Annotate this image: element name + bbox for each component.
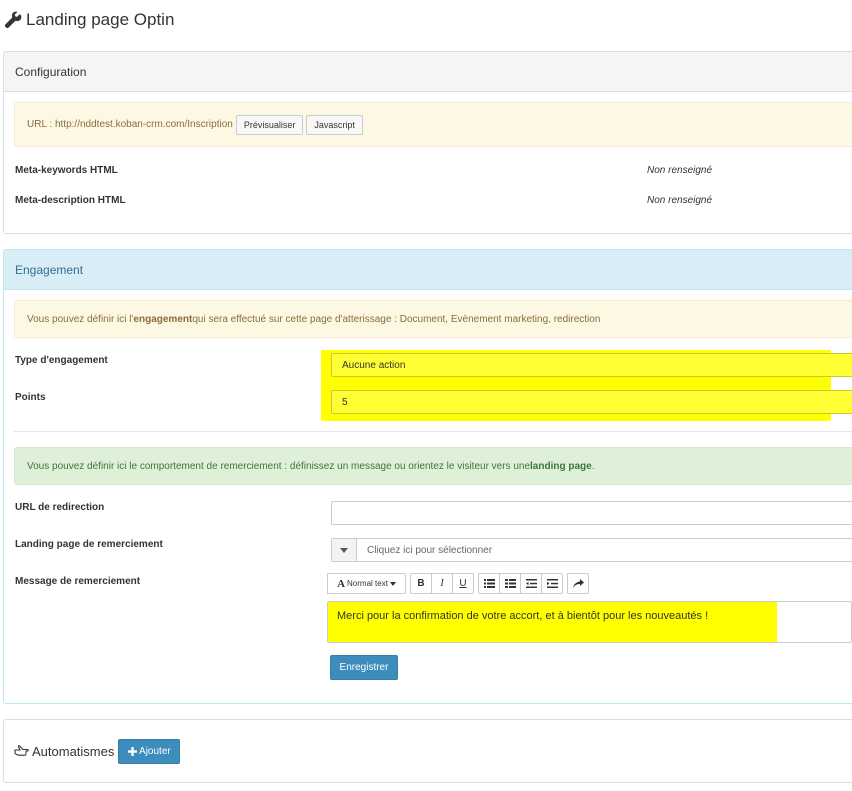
message-highlight xyxy=(328,602,777,642)
automatismes-title: Automatismes xyxy=(32,743,115,759)
thanks-page-select[interactable]: Cliquez ici pour sélectionner xyxy=(331,538,852,562)
engagement-divider xyxy=(14,431,852,432)
italic-icon: I xyxy=(440,578,444,589)
automatismes-header: Automatismes Ajouter xyxy=(14,738,181,764)
share-icon xyxy=(572,579,584,588)
thanks-message-label: Message de remerciement xyxy=(15,576,141,587)
italic-button[interactable]: I xyxy=(431,573,453,594)
engagement-type-select[interactable]: Aucune action xyxy=(331,353,852,377)
configuration-panel: Configuration URL : http://nddtest.koban… xyxy=(3,51,852,234)
save-button[interactable]: Enregistrer xyxy=(330,655,398,680)
engagement-heading: Engagement xyxy=(4,250,852,290)
thanks-info-alert: Vous pouvez définir ici le comportement … xyxy=(14,447,852,485)
engagement-info-prefix: Vous pouvez définir ici l' xyxy=(27,313,134,325)
redirect-url-input[interactable] xyxy=(331,501,852,525)
font-group: A Normal text xyxy=(327,573,406,595)
preview-button[interactable]: Prévisualiser xyxy=(235,114,304,135)
indent-button[interactable] xyxy=(541,573,563,594)
bullet-list-icon xyxy=(483,579,495,588)
configuration-heading: Configuration xyxy=(4,52,852,92)
format-group: B I U xyxy=(410,573,474,595)
underline-button[interactable]: U xyxy=(452,573,474,594)
engagement-type-value: Aucune action xyxy=(342,359,406,371)
redirect-url-label: URL de redirection xyxy=(15,502,105,513)
meta-description-value: Non renseigné xyxy=(647,195,713,206)
thanks-page-label: Landing page de remerciement xyxy=(15,539,163,550)
configuration-title: Configuration xyxy=(15,64,87,79)
add-automatisme-button[interactable]: Ajouter xyxy=(118,738,181,764)
outdent-button[interactable] xyxy=(520,573,542,594)
font-icon: A xyxy=(337,577,346,590)
underline-icon: U xyxy=(459,578,467,589)
thanks-info-prefix: Vous pouvez définir ici le comportement … xyxy=(27,460,531,472)
meta-keywords-label: Meta-keywords HTML xyxy=(15,165,118,176)
url-alert: URL : http://nddtest.koban-crm.com/Inscr… xyxy=(14,102,852,147)
points-value: 5 xyxy=(342,396,348,408)
share-button[interactable] xyxy=(567,573,589,594)
page-header: Landing page Optin xyxy=(0,0,852,40)
engagement-info-alert: Vous pouvez définir ici l' engagement qui… xyxy=(14,300,852,338)
page-title: Landing page Optin xyxy=(26,10,175,29)
add-automatisme-label: Ajouter xyxy=(139,745,171,757)
indent-icon xyxy=(546,579,558,588)
engagement-info-bold: engagement xyxy=(133,313,193,325)
thanks-message-text: Merci pour la confirmation de votre acco… xyxy=(337,610,709,622)
chevron-down-icon[interactable] xyxy=(332,539,357,561)
javascript-button[interactable]: Javascript xyxy=(306,114,363,135)
thanks-page-placeholder: Cliquez ici pour sélectionner xyxy=(367,544,493,556)
engagement-title: Engagement xyxy=(15,262,84,277)
numbered-list-icon xyxy=(504,579,516,588)
engagement-type-label: Type d'engagement xyxy=(15,355,108,366)
thanks-message-editor[interactable]: Merci pour la confirmation de votre acco… xyxy=(327,601,852,643)
numbered-list-button[interactable] xyxy=(499,573,521,594)
meta-description-label: Meta-description HTML xyxy=(15,195,126,206)
landing-url-text: URL : http://nddtest.koban-crm.com/Inscr… xyxy=(27,119,233,130)
thanks-info-bold: landing page xyxy=(530,460,592,472)
points-label: Points xyxy=(15,392,46,403)
wrench-icon xyxy=(4,11,22,29)
editor-toolbar: A Normal text B I U xyxy=(327,573,593,595)
points-input[interactable]: 5 xyxy=(331,390,852,414)
engagement-info-suffix: qui sera effectué sur cette page d'atter… xyxy=(192,313,601,325)
bold-icon: B xyxy=(417,578,425,589)
caret-down-icon xyxy=(389,581,396,586)
thanks-info-suffix: . xyxy=(591,460,595,472)
font-dropdown-label: Normal text xyxy=(347,579,388,588)
hand-pointing-icon xyxy=(14,745,29,756)
link-group xyxy=(567,573,589,595)
bullet-list-button[interactable] xyxy=(478,573,500,594)
plus-icon xyxy=(128,746,138,756)
meta-keywords-value: Non renseigné xyxy=(647,165,713,176)
font-dropdown-button[interactable]: A Normal text xyxy=(327,573,406,594)
list-group xyxy=(478,573,563,595)
outdent-icon xyxy=(525,579,537,588)
bold-button[interactable]: B xyxy=(410,573,432,594)
